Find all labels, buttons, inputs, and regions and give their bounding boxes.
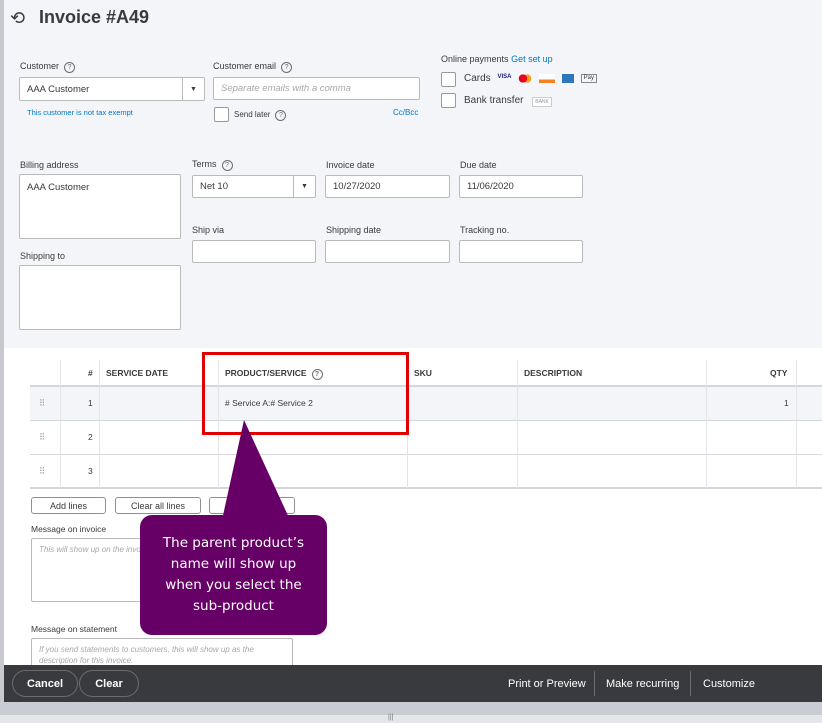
divider	[594, 671, 595, 696]
make-recurring-button[interactable]: Make recurring	[606, 665, 679, 702]
divider	[690, 671, 691, 696]
cancel-button[interactable]: Cancel	[12, 670, 78, 697]
callout-pointer	[222, 420, 290, 520]
footer-bar: Cancel Clear Print or Preview Make recur…	[4, 665, 822, 702]
clear-button[interactable]: Clear	[79, 670, 139, 697]
customize-button[interactable]: Customize	[703, 665, 755, 702]
callout-note: The parent product’s name will show up w…	[140, 515, 327, 635]
print-preview-button[interactable]: Print or Preview	[508, 665, 586, 702]
resize-handle-icon[interactable]: |||	[388, 714, 393, 721]
window-bottom-bar: |||	[0, 702, 822, 723]
